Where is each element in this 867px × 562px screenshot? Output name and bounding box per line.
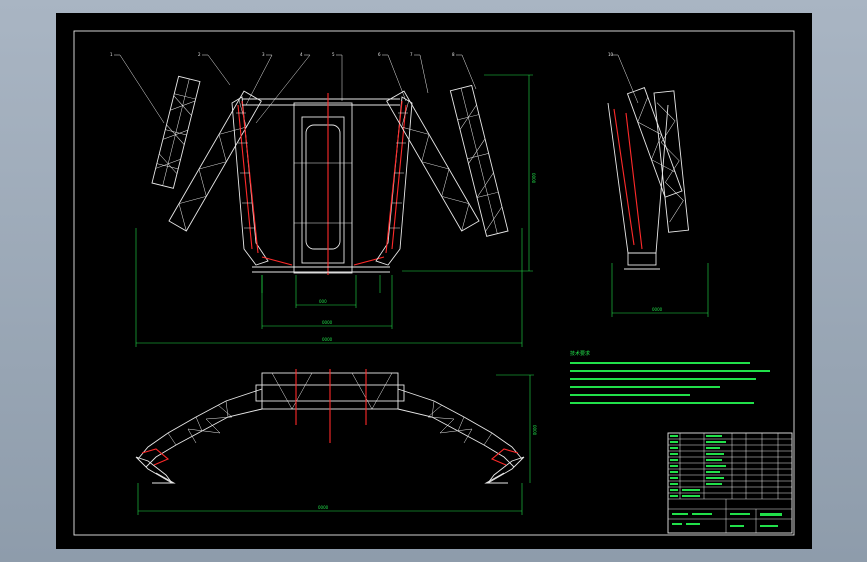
plan-right-arm xyxy=(397,388,525,484)
left-outer-truss xyxy=(151,75,201,189)
svg-text:2: 2 xyxy=(198,52,201,57)
cad-drawing: 1 2 3 4 5 6 7 8 0000 0000 000 0000 10 0000 00… xyxy=(73,30,795,536)
svg-text:0000: 0000 xyxy=(322,320,333,325)
central-frame xyxy=(242,93,400,275)
svg-text:0000: 0000 xyxy=(652,307,663,312)
svg-text:0000: 0000 xyxy=(322,337,333,342)
svg-text:0000: 0000 xyxy=(532,425,537,436)
right-outer-truss xyxy=(449,84,509,237)
side-base xyxy=(627,252,657,266)
svg-text:7: 7 xyxy=(410,52,413,57)
svg-text:5: 5 xyxy=(332,52,335,57)
svg-text:1: 1 xyxy=(110,52,113,57)
part-callouts-front xyxy=(114,54,477,124)
svg-text:4: 4 xyxy=(300,52,303,57)
svg-text:技术要求: 技术要求 xyxy=(570,350,590,357)
left-middle-truss xyxy=(168,90,262,232)
plan-view-dimensions xyxy=(137,374,534,515)
technical-notes: 技术要求 xyxy=(570,350,770,404)
left-arm xyxy=(231,96,269,266)
right-arm xyxy=(375,96,413,266)
svg-text:0000: 0000 xyxy=(318,505,329,510)
callout-numbers-front: 1 2 3 4 5 6 7 8 xyxy=(110,52,455,57)
svg-text:3: 3 xyxy=(262,52,265,57)
svg-text:6: 6 xyxy=(378,52,381,57)
drawing-sheet: 1 2 3 4 5 6 7 8 0000 0000 000 0000 10 0000 00… xyxy=(56,13,812,549)
svg-text:10: 10 xyxy=(608,52,614,57)
svg-text:0000: 0000 xyxy=(531,173,536,184)
svg-text:8: 8 xyxy=(452,52,455,57)
svg-text:000: 000 xyxy=(319,299,327,304)
drawing-border xyxy=(73,30,795,536)
front-view-dim-text: 0000 0000 000 0000 xyxy=(319,173,536,342)
side-support xyxy=(607,102,669,254)
title-block xyxy=(667,432,793,534)
plan-left-arm xyxy=(135,388,263,484)
plan-view: 0000 0000 xyxy=(135,369,537,515)
side-view: 10 0000 xyxy=(607,52,709,317)
front-view: 1 2 3 4 5 6 7 8 0000 0000 000 0000 xyxy=(110,52,536,347)
cad-viewport: 1 2 3 4 5 6 7 8 0000 0000 000 0000 10 0000 00… xyxy=(0,0,867,562)
